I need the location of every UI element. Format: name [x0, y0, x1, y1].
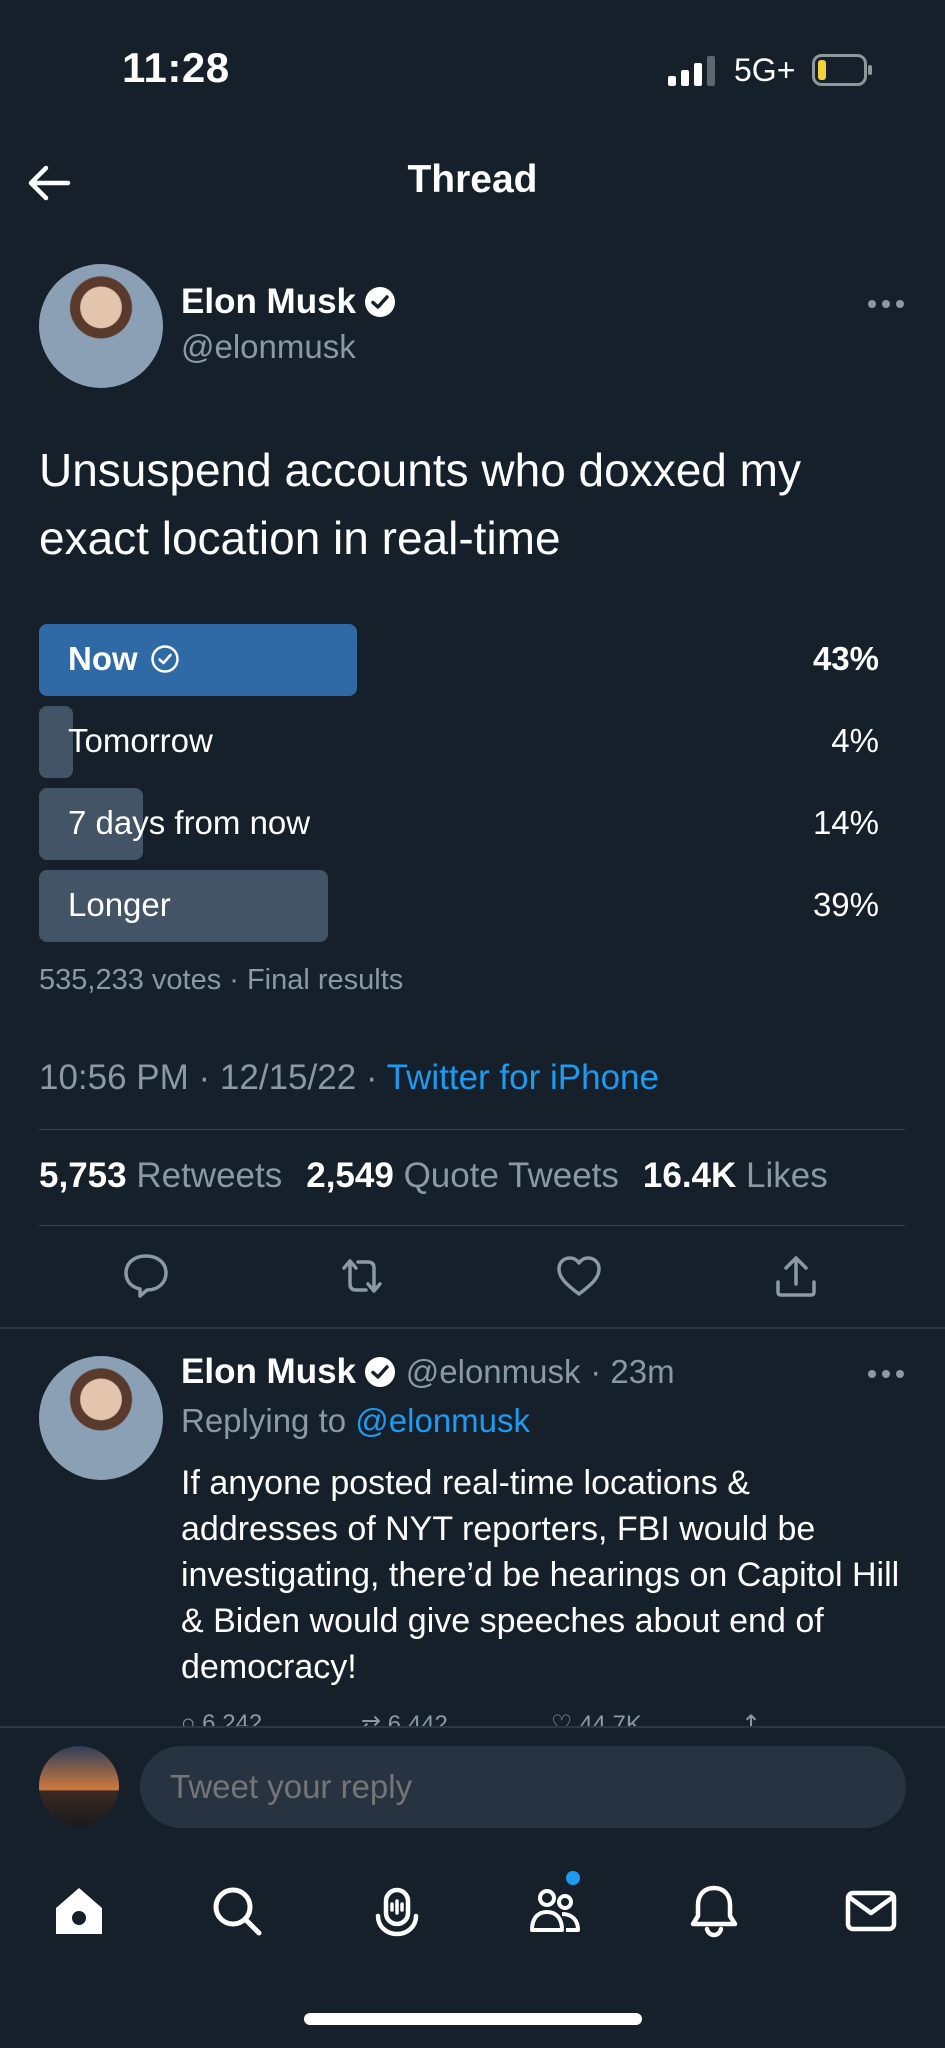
poll-option-tomorrow: Tomorrow 4%: [39, 706, 879, 778]
poll-option-label: Now: [68, 640, 180, 678]
divider: [0, 1327, 945, 1329]
reply-icon[interactable]: [120, 1250, 172, 1302]
more-icon[interactable]: [866, 1368, 906, 1380]
tweet-source-link[interactable]: Twitter for iPhone: [387, 1058, 659, 1097]
tweet-timestamp: 10:56 PM · 12/15/22 · Twitter for iPhone: [39, 1058, 659, 1098]
engagement-stats: 5,753 Retweets 2,549 Quote Tweets 16.4K Li…: [39, 1156, 828, 1196]
poll-label-text: Longer: [68, 886, 171, 923]
author-name[interactable]: Elon Musk: [181, 282, 356, 321]
likes-count: 16.4K: [642, 1156, 737, 1195]
verified-badge-icon: [365, 287, 396, 317]
share-icon[interactable]: [770, 1250, 822, 1302]
verified-badge-icon: [365, 1357, 396, 1387]
timestamp-text: 10:56 PM · 12/15/22 ·: [39, 1058, 387, 1097]
home-indicator[interactable]: [304, 2013, 642, 2025]
quotes-stat[interactable]: 2,549 Quote Tweets: [306, 1156, 619, 1195]
communities-icon[interactable]: [526, 1882, 584, 1940]
poll-option-longer: Longer 39%: [39, 870, 879, 942]
poll-option-7-days: 7 days from now 14%: [39, 788, 879, 860]
likes-stat[interactable]: 16.4K Likes: [643, 1156, 828, 1195]
network-label: 5G+: [734, 52, 796, 88]
poll-percent: 14%: [812, 804, 879, 841]
poll-percent: 43%: [812, 640, 879, 677]
spaces-icon[interactable]: [368, 1882, 426, 1940]
retweets-count: 5,753: [39, 1156, 127, 1195]
more-icon[interactable]: [866, 298, 906, 310]
replying-to-link[interactable]: @elonmusk: [355, 1402, 530, 1439]
replying-to: Replying to @elonmusk: [181, 1402, 530, 1440]
replying-prefix: Replying to: [181, 1402, 347, 1439]
author-line[interactable]: Elon Musk: [181, 282, 396, 322]
reply-text: If anyone posted real-time locations & a…: [181, 1464, 900, 1686]
avatar[interactable]: [39, 264, 163, 388]
search-icon[interactable]: [208, 1882, 266, 1940]
quotes-label: Quote Tweets: [403, 1156, 619, 1195]
tweet-text: Unsuspend accounts who doxxed my exact l…: [39, 444, 801, 564]
likes-label: Likes: [746, 1156, 828, 1195]
like-icon[interactable]: [553, 1250, 605, 1302]
author-handle[interactable]: @elonmusk: [181, 328, 356, 366]
notification-dot: [566, 1871, 580, 1885]
retweets-label: Retweets: [136, 1156, 283, 1195]
poll-results-meta: 535,233 votes · Final results: [39, 964, 404, 996]
poll-option-label: Longer: [68, 886, 171, 924]
poll-label-text: 7 days from now: [68, 804, 311, 841]
retweets-stat[interactable]: 5,753 Retweets: [39, 1156, 282, 1195]
divider: [39, 1225, 905, 1226]
author-handle[interactable]: @elonmusk: [406, 1353, 581, 1390]
signal-icon: [668, 56, 715, 86]
retweet-icon[interactable]: [336, 1250, 388, 1302]
avatar[interactable]: [39, 1746, 119, 1826]
poll-label-text: Tomorrow: [68, 722, 213, 759]
avatar[interactable]: [39, 1356, 163, 1480]
status-time: 11:28: [122, 44, 230, 91]
reply-time: · 23m: [590, 1353, 675, 1390]
poll-label-text: Now: [68, 640, 138, 677]
quotes-count: 2,549: [306, 1156, 394, 1195]
reply-input[interactable]: [140, 1746, 906, 1828]
reply-author-line[interactable]: Elon Musk @elonmusk · 23m: [181, 1352, 675, 1392]
notifications-icon[interactable]: [685, 1882, 743, 1940]
poll-percent: 4%: [831, 722, 879, 759]
battery-icon: [812, 54, 872, 86]
messages-icon[interactable]: [842, 1882, 900, 1940]
poll-percent: 39%: [812, 886, 879, 923]
poll-option-label: Tomorrow: [68, 722, 213, 760]
author-name[interactable]: Elon Musk: [181, 1352, 356, 1391]
divider: [39, 1129, 905, 1130]
poll-option-now: Now 43%: [39, 624, 879, 696]
poll-option-label: 7 days from now: [68, 804, 310, 842]
check-circle-icon: [150, 645, 179, 673]
home-icon[interactable]: [50, 1882, 108, 1940]
page-title: Thread: [407, 158, 538, 201]
